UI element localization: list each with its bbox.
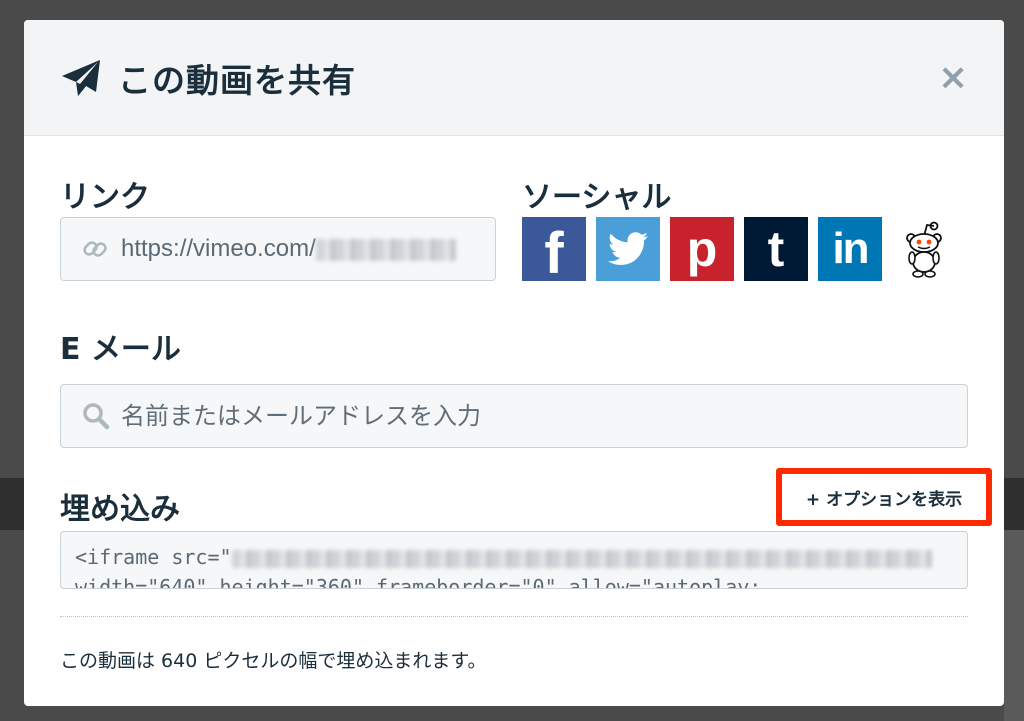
modal-title: この動画を共有 [118, 60, 356, 100]
tumblr-share-button[interactable]: t [744, 217, 808, 281]
embed-width-note: この動画は 640 ピクセルの幅で埋め込まれます。 [60, 650, 487, 672]
backdrop-page-edge [1004, 530, 1024, 721]
embed-code-field[interactable]: <iframe src=" width="640" height="360" f… [60, 531, 968, 589]
chain-link-icon [81, 235, 109, 263]
reddit-share-button[interactable] [892, 217, 956, 281]
pinterest-icon: p [686, 221, 718, 277]
share-modal: この動画を共有 × リンク https://vimeo.com/ ソーシャル f… [24, 20, 1004, 706]
embed-code-prefix: <iframe src=" [75, 545, 232, 569]
linkedin-icon: in [832, 224, 869, 273]
modal-header: この動画を共有 × [24, 20, 1004, 136]
reddit-alien-icon [906, 221, 942, 278]
email-input[interactable] [121, 402, 941, 430]
social-heading: ソーシャル [522, 180, 672, 215]
options-highlight-box: + オプションを表示 [776, 468, 992, 526]
embed-code-line-1: <iframe src=" [75, 542, 953, 572]
twitter-share-button[interactable] [596, 217, 660, 281]
divider [60, 616, 968, 617]
link-heading: リンク [60, 180, 150, 215]
tumblr-icon: t [767, 221, 785, 277]
link-field[interactable]: https://vimeo.com/ [60, 217, 496, 281]
pinterest-share-button[interactable]: p [670, 217, 734, 281]
redacted-video-id [315, 238, 456, 261]
facebook-share-button[interactable]: f [522, 217, 586, 286]
twitter-icon [608, 232, 648, 265]
facebook-icon: f [544, 220, 564, 286]
embed-heading: 埋め込み [60, 492, 180, 527]
email-heading: E メール [60, 332, 181, 367]
paper-plane-icon [60, 56, 104, 100]
social-buttons: f p t in [522, 217, 956, 286]
redacted-embed-url [231, 549, 932, 568]
search-icon [81, 401, 111, 431]
show-options-link[interactable]: + オプションを表示 [806, 485, 962, 510]
linkedin-share-button[interactable]: in [818, 217, 882, 281]
link-url-prefix: https://vimeo.com/ [121, 235, 316, 262]
close-icon[interactable]: × [938, 60, 968, 96]
embed-code-line-2: width="640" height="360" frameborder="0"… [75, 575, 762, 589]
link-url: https://vimeo.com/ [121, 235, 456, 263]
email-field-container[interactable] [60, 384, 968, 448]
